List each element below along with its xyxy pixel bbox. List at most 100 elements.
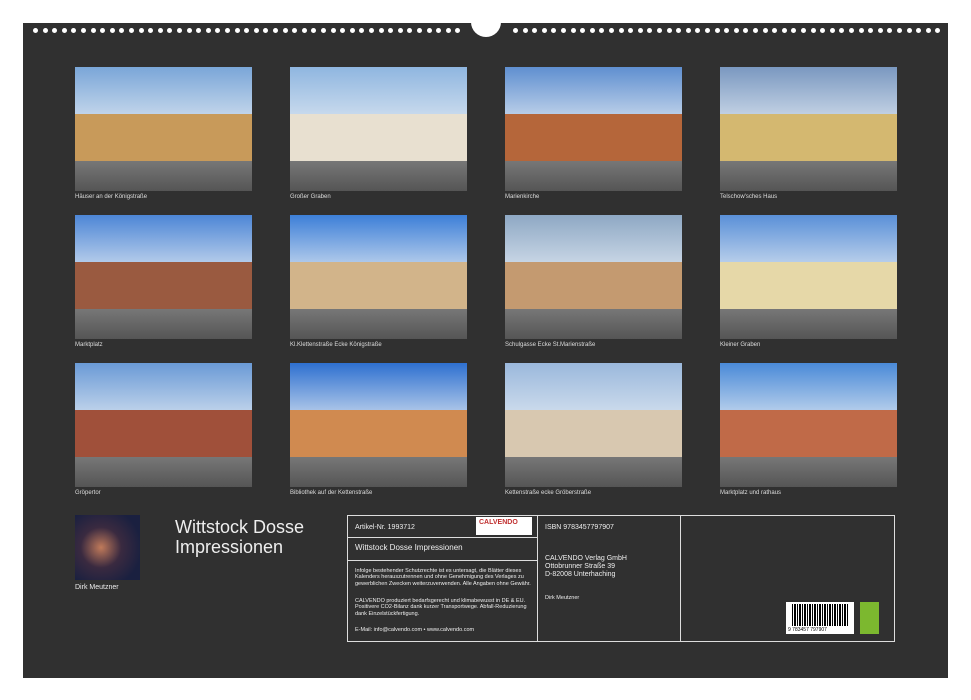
- binding-hole: [263, 28, 268, 33]
- binding-hole: [551, 28, 556, 33]
- binding-hole: [791, 28, 796, 33]
- binding-hole: [647, 28, 652, 33]
- binding-hole: [782, 28, 787, 33]
- binding-hole: [743, 28, 748, 33]
- photo: [75, 215, 252, 339]
- binding-hole: [628, 28, 633, 33]
- binding-hole: [235, 28, 240, 33]
- binding-hole: [839, 28, 844, 33]
- binding-hole: [33, 28, 38, 33]
- binding-hole: [244, 28, 249, 33]
- binding-hole: [532, 28, 537, 33]
- binding-hole: [407, 28, 412, 33]
- photo: [720, 67, 897, 191]
- photo-caption: Telschow'sches Haus: [720, 194, 777, 200]
- binding-hole: [417, 28, 422, 33]
- binding-hole: [71, 28, 76, 33]
- photo-caption: Häuser an der Königstraße: [75, 194, 147, 200]
- photo-caption: Schulgasse Ecke St.Marienstraße: [505, 342, 595, 348]
- binding-hole: [273, 28, 278, 33]
- binding-hole: [599, 28, 604, 33]
- binding-hole: [187, 28, 192, 33]
- binding-hole: [542, 28, 547, 33]
- binding-hole: [139, 28, 144, 33]
- photo: [720, 215, 897, 339]
- photo-caption: Marienkirche: [505, 194, 539, 200]
- binding-hole: [100, 28, 105, 33]
- isbn: ISBN 9783457797907: [545, 524, 614, 531]
- binding-hole: [359, 28, 364, 33]
- photo-caption: Kettenstraße ecke Gröberstraße: [505, 490, 591, 496]
- binding-hole: [897, 28, 902, 33]
- photo-caption: Marktplatz und rathaus: [720, 490, 781, 496]
- binding-hole: [283, 28, 288, 33]
- binding-hole: [196, 28, 201, 33]
- binding-hole: [878, 28, 883, 33]
- binding-hole: [52, 28, 57, 33]
- binding-hole: [129, 28, 134, 33]
- photo-caption: Kleiner Graben: [720, 342, 760, 348]
- binding-hole: [148, 28, 153, 33]
- photo: [75, 363, 252, 487]
- photo: [505, 363, 682, 487]
- binding-hole: [158, 28, 163, 33]
- binding-hole: [657, 28, 662, 33]
- eco-leaf-icon: [860, 602, 879, 634]
- binding-hole: [887, 28, 892, 33]
- article-number: Artikel-Nr. 1993712: [355, 524, 415, 531]
- binding-hole: [302, 28, 307, 33]
- binding-hole: [907, 28, 912, 33]
- binding-hole: [523, 28, 528, 33]
- binding-hole: [763, 28, 768, 33]
- binding-hole: [331, 28, 336, 33]
- binding-hole: [676, 28, 681, 33]
- binding-hole: [321, 28, 326, 33]
- info-author: Dirk Meutzner: [545, 595, 579, 601]
- binding-hole: [772, 28, 777, 33]
- photo-caption: Marktplatz: [75, 342, 103, 348]
- binding-hole: [849, 28, 854, 33]
- binding-hole: [926, 28, 931, 33]
- binding-hole: [811, 28, 816, 33]
- photo-caption: Bibliothek auf der Kettenstraße: [290, 490, 372, 496]
- binding-hole: [446, 28, 451, 33]
- binding-hole: [695, 28, 700, 33]
- photo: [290, 67, 467, 191]
- binding-hole: [254, 28, 259, 33]
- author-photo: [75, 515, 140, 580]
- eco-text: CALVENDO produziert bedarfsgerecht und k…: [355, 598, 533, 617]
- binding-hole: [119, 28, 124, 33]
- author-name: Dirk Meutzner: [75, 584, 119, 591]
- binding-hole: [830, 28, 835, 33]
- binding-hole: [820, 28, 825, 33]
- photo: [505, 215, 682, 339]
- binding-hole: [590, 28, 595, 33]
- binding-hole: [715, 28, 720, 33]
- binding-hole: [753, 28, 758, 33]
- binding-hole: [225, 28, 230, 33]
- binding-hole: [638, 28, 643, 33]
- binding-hole: [398, 28, 403, 33]
- binding-hole: [350, 28, 355, 33]
- binding-hole: [43, 28, 48, 33]
- binding-hole: [436, 28, 441, 33]
- binding-hole: [62, 28, 67, 33]
- binding-hole: [206, 28, 211, 33]
- binding-hole: [801, 28, 806, 33]
- binding-hole: [734, 28, 739, 33]
- binding-hole: [340, 28, 345, 33]
- binding-hole: [705, 28, 710, 33]
- binding-hole: [859, 28, 864, 33]
- photo: [75, 67, 252, 191]
- binding-hole: [619, 28, 624, 33]
- binding-hole: [667, 28, 672, 33]
- calendar-title: Wittstock DosseImpressionen: [175, 517, 304, 557]
- calvendo-logo: CALVENDO: [476, 517, 532, 535]
- binding-hole: [916, 28, 921, 33]
- binding-hole: [215, 28, 220, 33]
- photo: [290, 363, 467, 487]
- binding-hole: [571, 28, 576, 33]
- binding-hole: [292, 28, 297, 33]
- photo-caption: Gröpertor: [75, 490, 101, 496]
- contact-text: E-Mail: info@calvendo.com • www.calvendo…: [355, 627, 474, 633]
